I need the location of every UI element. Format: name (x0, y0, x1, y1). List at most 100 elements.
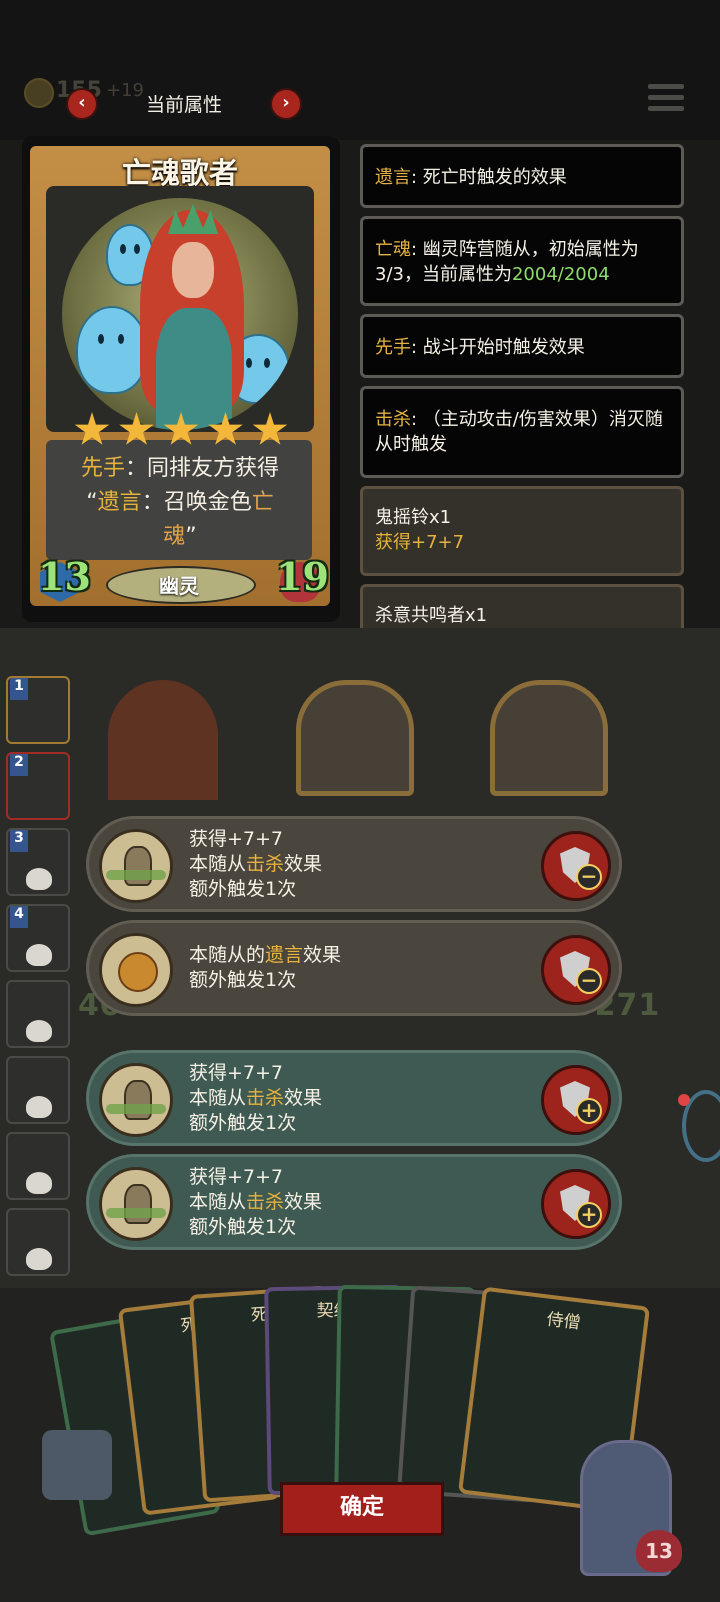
chevron-left-icon: ‹ (78, 92, 86, 113)
keyword-panel-first-strike: 先手: 战斗开始时触发效果 (360, 314, 684, 378)
effect-row: 本随从的遗言效果 额外触发1次 − (86, 920, 622, 1016)
lineup-slot[interactable] (6, 1056, 70, 1124)
effect-row: 获得+7+7 本随从击杀效果 额外触发1次 + (86, 1154, 622, 1250)
remove-effect-button[interactable]: − (541, 935, 611, 1005)
effect-line: 额外触发1次 (189, 969, 297, 991)
effect-line: 获得+7+7 (189, 1062, 284, 1084)
desc-text: ：同排友方获得 (125, 456, 280, 481)
lineup-slot-1[interactable]: 1 (6, 676, 70, 744)
keyword-deathrattle: 遗言 (97, 490, 142, 515)
keyword-list[interactable]: 遗言: 死亡时触发的效果 亡魂: 幽灵阵营随从，初始属性为3/3，当前属性为20… (352, 140, 692, 628)
star-icon (252, 412, 288, 445)
item-name: 鬼摇铃x1 (375, 507, 452, 528)
tribe-label: 幽灵 (159, 574, 199, 598)
lineup-slot-4[interactable]: 4 (6, 904, 70, 972)
keyword-spirit: 魂 (163, 524, 186, 549)
lineup-slot[interactable] (6, 980, 70, 1048)
effect-text: 获得+7+7 本随从击杀效果 额外触发1次 (189, 1061, 322, 1136)
keyword-highlight: 2004/2004 (511, 264, 610, 285)
skull-icon (26, 868, 52, 890)
keyword-name: 遗言 (375, 167, 411, 188)
equipped-item-panel: 杀意共鸣者x1 (360, 584, 684, 628)
ghost-icon (76, 306, 148, 394)
effect-row: 获得+7+7 本随从击杀效果 额外触发1次 + (86, 1050, 622, 1146)
lineup-slot-3[interactable]: 3 (6, 828, 70, 896)
keyword-panel-deathrattle: 遗言: 死亡时触发的效果 (360, 144, 684, 208)
lineup-slot-2[interactable]: 2 (6, 752, 70, 820)
effect-line: 额外触发1次 (189, 1216, 297, 1238)
slot-number: 4 (10, 906, 28, 928)
prev-attribute-button[interactable]: ‹ (66, 88, 98, 120)
add-effect-button[interactable]: + (541, 1169, 611, 1239)
effect-line: 本随从击杀效果 (189, 853, 323, 875)
bell-icon (99, 829, 173, 903)
plus-icon: + (576, 1202, 602, 1228)
card-portrait (62, 198, 298, 430)
keyword-text: : 死亡时触发的效果 (411, 167, 567, 188)
effect-text: 获得+7+7 本随从击杀效果 额外触发1次 (189, 827, 322, 902)
minus-icon: − (576, 864, 602, 890)
star-icon (119, 412, 154, 445)
sun-medallion-icon (99, 933, 173, 1007)
lineup-slot[interactable] (6, 1208, 70, 1276)
attack-value: 13 (38, 554, 91, 599)
star-icon (208, 412, 243, 445)
next-attribute-button[interactable]: › (270, 88, 302, 120)
effect-line: 本随从击杀效果 (189, 1191, 323, 1213)
keyword-spirit: 亡 (251, 490, 274, 515)
card-description-line-1: 先手：同排友方获得 (54, 452, 306, 486)
keyword-text: : 战斗开始时触发效果 (411, 337, 585, 358)
quote-open: “ (86, 490, 98, 515)
equipped-item-panel: 鬼摇铃x1 获得+7+7 (360, 486, 684, 576)
singer-crown (168, 204, 218, 234)
add-effect-button[interactable]: + (541, 1065, 611, 1135)
effect-line: 额外触发1次 (189, 878, 297, 900)
keyword-name: 先手 (375, 337, 411, 358)
slot-number: 3 (10, 830, 28, 852)
effect-line: 获得+7+7 (189, 1166, 284, 1188)
skull-icon (26, 944, 52, 966)
item-name: 杀意共鸣者x1 (375, 605, 488, 626)
health-value: 19 (276, 554, 329, 599)
board-minion-slot[interactable] (490, 680, 608, 796)
desc-text: ：召唤金色 (141, 490, 252, 515)
skull-icon (26, 1248, 52, 1270)
top-bar (0, 0, 720, 140)
lineup-slot[interactable] (6, 1132, 70, 1200)
board-minion-slot[interactable] (296, 680, 414, 796)
skull-icon (26, 1096, 52, 1118)
skull-icon (26, 1020, 52, 1042)
keyword-first-strike: 先手 (80, 456, 125, 481)
effect-row: 获得+7+7 本随从击杀效果 额外触发1次 − (86, 816, 622, 912)
bell-icon (99, 1167, 173, 1241)
minus-icon: − (576, 968, 602, 994)
keyword-name: 亡魂 (375, 239, 411, 260)
effect-text: 获得+7+7 本随从击杀效果 额外触发1次 (189, 1165, 322, 1240)
effect-line: 额外触发1次 (189, 1112, 297, 1134)
slot-number: 1 (10, 678, 28, 700)
player-hero-portrait (42, 1430, 112, 1500)
glowing-doorway (108, 680, 218, 800)
keyword-panel-kill: 击杀: （主动攻击/伤害效果）消灭随从时触发 (360, 386, 684, 478)
star-icon (163, 412, 199, 445)
bell-icon (99, 1063, 173, 1137)
remove-effect-button[interactable]: − (541, 831, 611, 901)
menu-icon[interactable] (648, 84, 684, 114)
attribute-title: 当前属性 (145, 94, 222, 116)
card-description-line-3: 魂” (54, 520, 306, 554)
effect-line: 本随从的遗言效果 (189, 944, 342, 966)
card-description: 先手：同排友方获得 “遗言：召唤金色亡 魂” (54, 452, 306, 554)
star-rating (74, 412, 288, 448)
confirm-button[interactable]: 确定 (280, 1482, 444, 1536)
effect-line: 获得+7+7 (189, 828, 284, 850)
chevron-right-icon: › (282, 92, 290, 113)
keyword-text: : （主动攻击/伤害效果）消灭随从时触发 (375, 409, 663, 455)
keyword-panel-spirit: 亡魂: 幽灵阵营随从，初始属性为3/3，当前属性为2004/2004 (360, 216, 684, 306)
effect-text: 本随从的遗言效果 额外触发1次 (189, 943, 341, 993)
slot-number: 2 (10, 754, 28, 776)
keyword-name: 击杀 (375, 409, 411, 430)
item-effect: 获得+7+7 (375, 532, 465, 553)
coin-icon (24, 78, 54, 108)
plus-icon: + (576, 1098, 602, 1124)
card-description-line-2: “遗言：召唤金色亡 (54, 486, 306, 520)
